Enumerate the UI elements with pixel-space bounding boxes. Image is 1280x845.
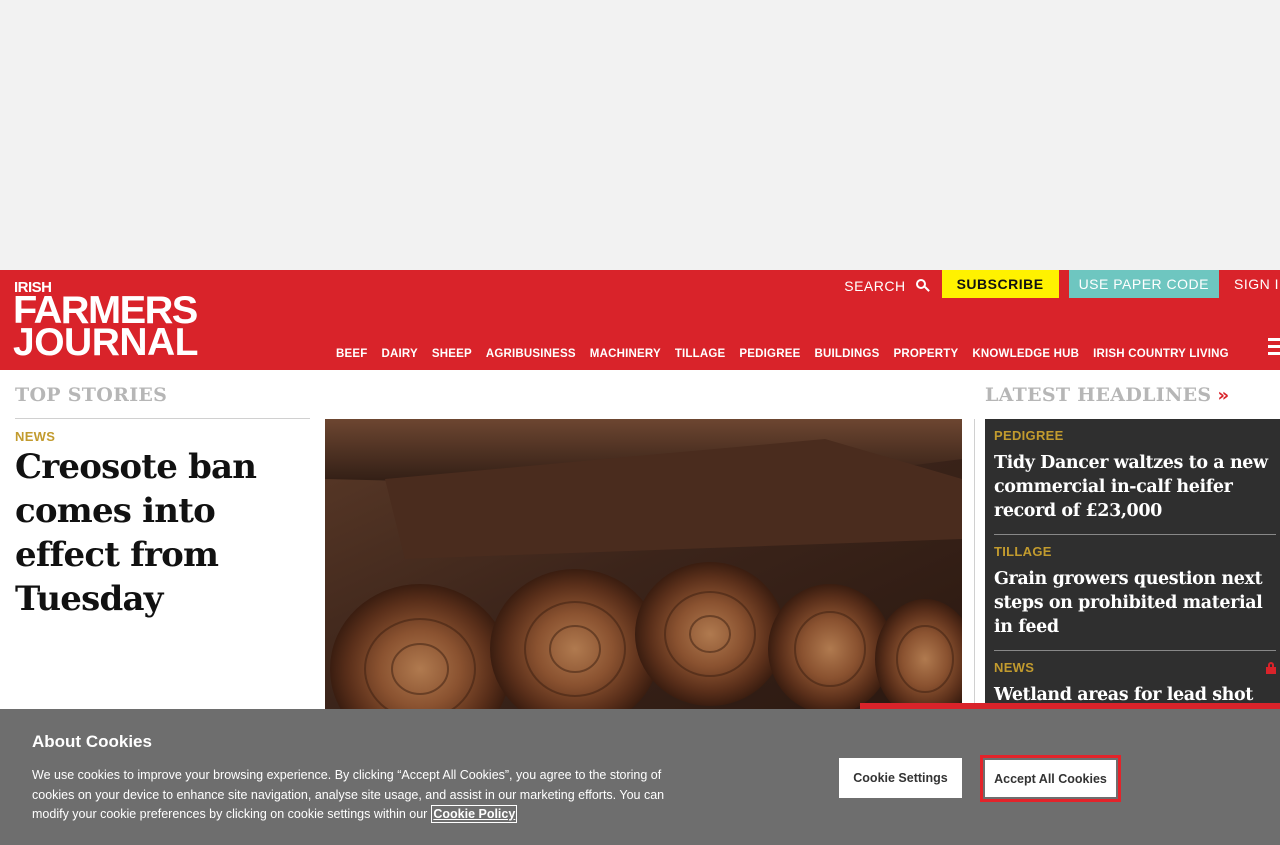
latest-headlines-label: LATEST HEADLINES bbox=[985, 384, 1212, 406]
latest-headlines-panel: PEDIGREE Tidy Dancer waltzes to a new co… bbox=[985, 419, 1280, 709]
nav-item-machinery[interactable]: MACHINERY bbox=[590, 348, 661, 360]
main-nav: BEEF DAIRY SHEEP AGRIBUSINESS MACHINERY … bbox=[329, 348, 1236, 360]
search-label: SEARCH bbox=[844, 278, 906, 294]
lead-story-category[interactable]: NEWS bbox=[15, 429, 55, 444]
headline-item[interactable]: PEDIGREE Tidy Dancer waltzes to a new co… bbox=[994, 419, 1276, 535]
latest-headlines-heading[interactable]: LATEST HEADLINES » bbox=[985, 384, 1229, 406]
headline-item[interactable]: TILLAGE Grain growers question next step… bbox=[994, 535, 1276, 651]
subscribe-button[interactable]: SUBSCRIBE bbox=[941, 270, 1059, 298]
cookie-banner-text: We use cookies to improve your browsing … bbox=[32, 766, 702, 825]
headline-category[interactable]: TILLAGE bbox=[994, 544, 1276, 559]
nav-item-buildings[interactable]: BUILDINGS bbox=[814, 348, 879, 360]
top-stories-heading: TOP STORIES bbox=[15, 384, 168, 406]
cookie-settings-button[interactable]: Cookie Settings bbox=[839, 758, 962, 798]
sign-in-link[interactable]: SIGN IN bbox=[1234, 276, 1280, 292]
advertisement-space bbox=[0, 0, 1280, 270]
headline-item[interactable]: NEWS Wetland areas for lead shot ban bbox=[994, 651, 1276, 709]
menu-icon[interactable] bbox=[1268, 338, 1280, 360]
double-chevron-right-icon: » bbox=[1217, 384, 1230, 406]
headline-title[interactable]: Grain growers question next steps on pro… bbox=[994, 567, 1276, 639]
search-button[interactable]: SEARCH bbox=[844, 270, 930, 298]
headline-title[interactable]: Tidy Dancer waltzes to a new commercial … bbox=[994, 451, 1276, 523]
irish-farmers-journal-logo[interactable]: IRISH FARMERS JOURNAL bbox=[13, 280, 223, 364]
lead-story-image[interactable] bbox=[325, 419, 962, 709]
nav-item-tillage[interactable]: TILLAGE bbox=[675, 348, 726, 360]
logo-line-journal: JOURNAL bbox=[13, 321, 199, 364]
nav-item-pedigree[interactable]: PEDIGREE bbox=[739, 348, 800, 360]
nav-item-dairy[interactable]: DAIRY bbox=[381, 348, 417, 360]
column-divider bbox=[974, 419, 975, 709]
headline-category[interactable]: PEDIGREE bbox=[994, 428, 1276, 443]
cookie-policy-link[interactable]: Cookie Policy bbox=[431, 805, 518, 823]
site-header: IRISH FARMERS JOURNAL SEARCH SUBSCRIBE U… bbox=[0, 270, 1280, 370]
lead-story-headline[interactable]: Creosote ban comes into effect from Tues… bbox=[15, 445, 315, 621]
search-icon bbox=[915, 279, 930, 293]
nav-item-knowledge-hub[interactable]: KNOWLEDGE HUB bbox=[972, 348, 1079, 360]
accept-all-cookies-button[interactable]: Accept All Cookies bbox=[980, 755, 1121, 802]
nav-item-beef[interactable]: BEEF bbox=[336, 348, 367, 360]
accept-all-cookies-label: Accept All Cookies bbox=[985, 760, 1116, 797]
header-utilities: SEARCH SUBSCRIBE USE PAPER CODE SIGN IN bbox=[844, 270, 1280, 298]
use-paper-code-button[interactable]: USE PAPER CODE bbox=[1068, 270, 1219, 298]
headline-category[interactable]: NEWS bbox=[994, 660, 1276, 675]
divider bbox=[15, 418, 310, 419]
cookie-banner-title: About Cookies bbox=[32, 732, 152, 751]
cookie-banner-body: We use cookies to improve your browsing … bbox=[32, 768, 665, 821]
nav-item-property[interactable]: PROPERTY bbox=[894, 348, 959, 360]
lock-icon bbox=[1266, 662, 1276, 674]
cookie-banner: About Cookies We use cookies to improve … bbox=[0, 709, 1280, 845]
nav-item-irish-country-living[interactable]: IRISH COUNTRY LIVING bbox=[1093, 348, 1229, 360]
nav-item-sheep[interactable]: SHEEP bbox=[432, 348, 472, 360]
nav-item-agribusiness[interactable]: AGRIBUSINESS bbox=[486, 348, 576, 360]
